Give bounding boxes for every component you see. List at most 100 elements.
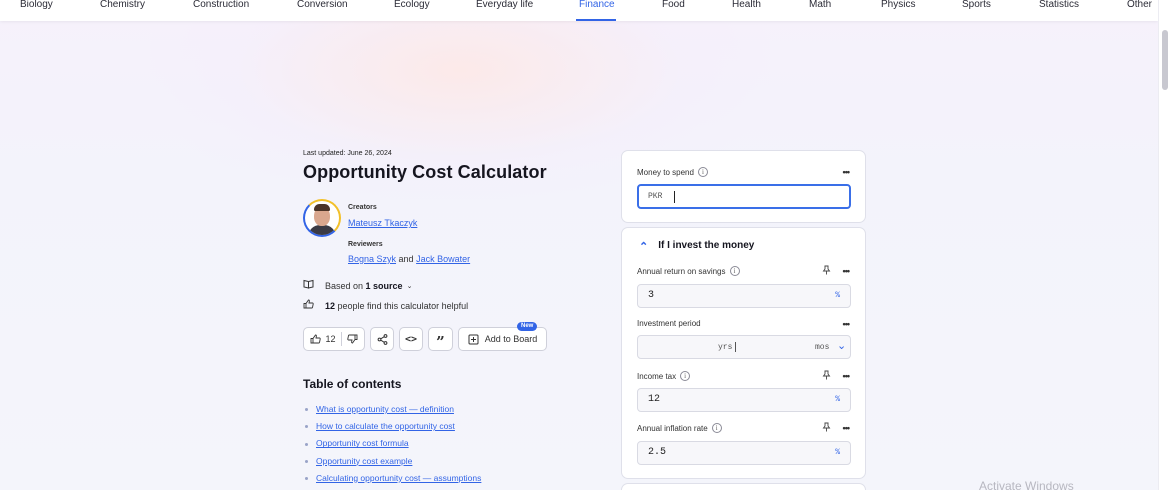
- dislike-button[interactable]: [346, 334, 358, 344]
- info-icon[interactable]: i: [711, 423, 722, 433]
- months-unit[interactable]: mos: [815, 343, 829, 352]
- toc-title: Table of contents: [303, 377, 402, 391]
- more-options-icon[interactable]: •••: [843, 167, 851, 177]
- last-updated: Last updated: June 26, 2024: [303, 150, 392, 157]
- toc-item: Opportunity cost example: [305, 455, 481, 472]
- creator-link[interactable]: Mateusz Tkaczyk: [348, 218, 417, 228]
- percent-unit[interactable]: %: [835, 395, 840, 404]
- investment-period-input[interactable]: yrs mos ⌄: [637, 335, 851, 359]
- pin-icon[interactable]: [822, 422, 831, 434]
- thumbs-up-icon: [311, 334, 322, 344]
- text-cursor: [735, 342, 736, 352]
- thumbs-up-icon: [303, 299, 317, 312]
- toc-item: Calculating opportunity cost — assumptio…: [305, 472, 481, 489]
- info-icon[interactable]: i: [697, 167, 708, 177]
- nav-item-physics[interactable]: Physics: [881, 0, 915, 12]
- add-to-board-label: Add to Board: [484, 334, 538, 344]
- chevron-up-icon: ⌄: [639, 239, 649, 251]
- book-icon: [303, 279, 317, 292]
- toc-item: Opportunity cost formula: [305, 437, 481, 454]
- avatar-shirt: [308, 225, 336, 235]
- page-scrollbar[interactable]: [1158, 0, 1170, 490]
- embed-button[interactable]: <>: [399, 327, 423, 351]
- helpful-text: people find this calculator helpful: [337, 300, 469, 311]
- percent-unit[interactable]: %: [835, 291, 840, 300]
- annual-return-label-row: Annual return on savings i: [637, 266, 740, 276]
- more-options-icon[interactable]: •••: [843, 266, 851, 276]
- nav-item-math[interactable]: Math: [809, 0, 831, 12]
- investment-period-label: Investment period: [637, 319, 701, 328]
- quote-icon: ”: [436, 332, 445, 351]
- nav-item-chemistry[interactable]: Chemistry: [100, 0, 145, 12]
- page-title: Opportunity Cost Calculator: [303, 162, 547, 182]
- years-unit: yrs: [718, 343, 733, 352]
- pin-icon[interactable]: [822, 265, 831, 277]
- nav-item-biology[interactable]: Biology: [20, 0, 53, 12]
- nav-item-other[interactable]: Other: [1127, 0, 1152, 12]
- info-icon[interactable]: i: [680, 371, 691, 381]
- cite-button[interactable]: ”: [428, 327, 453, 351]
- inflation-value: 2.5: [648, 447, 667, 458]
- nav-item-food[interactable]: Food: [662, 0, 685, 12]
- inflation-label: Annual inflation rate: [637, 423, 708, 433]
- share-button[interactable]: [370, 327, 394, 351]
- info-icon[interactable]: i: [729, 266, 740, 276]
- income-tax-label-row: Income tax i: [637, 371, 691, 381]
- pin-icon[interactable]: [822, 370, 831, 382]
- based-on-count: 1 source: [365, 280, 403, 291]
- nav-item-sports[interactable]: Sports: [962, 0, 991, 12]
- next-section-card: [621, 483, 866, 490]
- nav-item-everyday-life[interactable]: Everyday life: [476, 0, 533, 12]
- investment-period-label-row: Investment period: [637, 319, 701, 328]
- bullet: [305, 477, 308, 480]
- nav-item-finance[interactable]: Finance: [579, 0, 615, 12]
- nav-item-conversion[interactable]: Conversion: [297, 0, 348, 12]
- helpful-row: 12 people find this calculator helpful: [303, 299, 468, 312]
- like-button[interactable]: 12: [310, 334, 336, 344]
- income-tax-value: 12: [648, 394, 661, 405]
- more-options-icon[interactable]: •••: [843, 423, 851, 433]
- nav-item-statistics[interactable]: Statistics: [1039, 0, 1079, 12]
- money-input[interactable]: PKR: [637, 184, 851, 209]
- share-icon: [377, 333, 387, 345]
- reviewer-link-bogna[interactable]: Bogna Szyk: [348, 254, 396, 264]
- sources-row[interactable]: Based on 1 source ⌄: [303, 279, 412, 292]
- bullet: [305, 408, 308, 412]
- reviewers-label: Reviewers: [348, 241, 383, 248]
- chevron-down-icon[interactable]: ⌄: [837, 339, 846, 353]
- nav-item-construction[interactable]: Construction: [193, 0, 249, 12]
- creator-avatar[interactable]: [303, 199, 341, 237]
- creators-label: Creators: [348, 204, 377, 211]
- income-tax-label: Income tax: [637, 371, 677, 381]
- currency-label: PKR: [648, 192, 663, 201]
- money-label: Money to spend: [637, 167, 694, 177]
- annual-return-value: 3: [648, 290, 655, 301]
- scrollbar-thumb[interactable]: [1162, 30, 1168, 90]
- reviewers-and: and: [398, 254, 414, 264]
- code-icon: <>: [404, 333, 418, 345]
- toc-link[interactable]: Opportunity cost formula: [316, 438, 409, 448]
- more-options-icon[interactable]: •••: [843, 371, 851, 381]
- nav-item-health[interactable]: Health: [732, 0, 761, 12]
- nav-item-ecology[interactable]: Ecology: [394, 0, 430, 12]
- toc-link[interactable]: Calculating opportunity cost — assumptio…: [316, 473, 481, 483]
- inflation-label-row: Annual inflation rate i: [637, 423, 722, 433]
- helpful-count: 12: [325, 300, 336, 311]
- bullet: [305, 459, 308, 463]
- toc-item: How to calculate the opportunity cost: [305, 420, 481, 437]
- more-options-icon[interactable]: •••: [843, 319, 851, 329]
- annual-return-input[interactable]: 3 %: [637, 284, 851, 308]
- inflation-input[interactable]: 2.5 %: [637, 441, 851, 465]
- section-toggle[interactable]: ⌄ If I invest the money: [639, 239, 754, 252]
- creator-line: Mateusz Tkaczyk: [348, 218, 417, 228]
- reviewer-link-jack[interactable]: Jack Bowater: [416, 254, 470, 264]
- income-tax-input[interactable]: 12 %: [637, 388, 851, 412]
- toc-link[interactable]: Opportunity cost example: [316, 456, 412, 466]
- bullet: [305, 425, 308, 429]
- toc-link[interactable]: How to calculate the opportunity cost: [316, 421, 455, 431]
- percent-unit[interactable]: %: [835, 448, 840, 457]
- rating-buttons: 12: [303, 327, 365, 351]
- thumbs-down-icon: [346, 334, 357, 344]
- bullet: [305, 442, 308, 446]
- toc-link[interactable]: What is opportunity cost — definition: [316, 404, 454, 414]
